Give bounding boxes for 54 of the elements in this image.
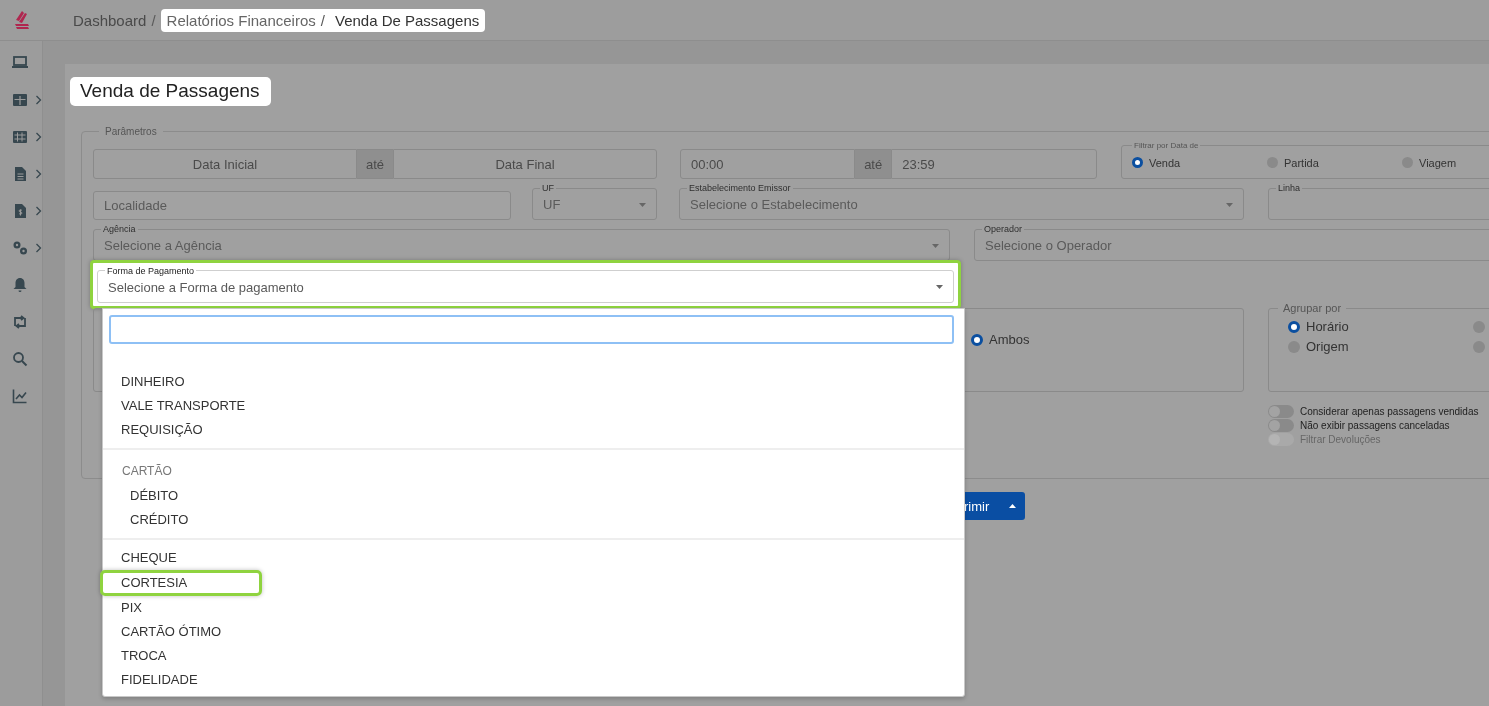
split-button[interactable]: rimir <box>962 492 1026 520</box>
start-time-field[interactable]: 00:00 <box>680 149 856 179</box>
date-filter-group: Filtrar por Data de Venda Partida Viagem <box>1121 141 1489 179</box>
group-label: CARTÃO <box>121 463 173 480</box>
line-field[interactable]: Linha <box>1268 183 1489 220</box>
group-by-panel: Agrupar por Horário Origem <box>1268 302 1489 392</box>
end-date-field[interactable]: Data Final <box>393 149 657 179</box>
caret-icon <box>932 243 939 248</box>
dropdown-option[interactable]: DINHEIRO <box>103 370 964 394</box>
page-title: Venda de Passagens <box>70 77 271 106</box>
locality-field[interactable]: Localidade <box>93 191 511 220</box>
dropdown-option[interactable]: FIDELIDADE <box>103 668 964 692</box>
issuer-select[interactable]: Estabelecimento Emissor Selecione o Estabelecimento <box>679 183 1244 220</box>
toggle-switch[interactable] <box>1268 418 1294 432</box>
dropdown-option[interactable]: TROCA <box>103 644 964 668</box>
breadcrumb-separator: / <box>320 11 325 29</box>
repeat-icon[interactable] <box>11 312 29 331</box>
radio-button[interactable]: Venda <box>1132 156 1181 169</box>
toggle-label: Filtrar Devoluções <box>1300 433 1381 445</box>
range-separator: até <box>855 149 892 179</box>
operator-select[interactable]: Operador Selecione o Operador <box>974 224 1489 261</box>
logo-icon <box>13 10 31 30</box>
radio-button[interactable]: Partida <box>1267 156 1319 169</box>
toggle-label: Considerar apenas passagens vendidas <box>1300 405 1479 417</box>
dropdown-option[interactable]: CARTÃO ÓTIMO <box>103 620 964 644</box>
range-separator: até <box>357 149 393 179</box>
uf-select[interactable]: UF UF <box>532 183 657 220</box>
breadcrumb-link[interactable]: Relatórios Financeiros <box>166 11 316 29</box>
toggle-label: Não exibir passagens canceladas <box>1300 419 1450 431</box>
caret-icon <box>1009 504 1017 508</box>
caret-icon <box>936 285 943 289</box>
toggle-switch[interactable] <box>1268 404 1294 418</box>
breadcrumb-link[interactable]: Venda De Passagens <box>334 11 480 29</box>
caret-icon <box>639 202 646 207</box>
radio-button[interactable]: Horário <box>1288 319 1473 334</box>
search-icon[interactable] <box>11 349 29 368</box>
payment-select[interactable]: Forma de Pagamento Selecione a Forma de pagamento <box>97 265 954 303</box>
breadcrumb-separator: / <box>151 11 156 29</box>
dropdown-option[interactable]: VALE TRANSPORTE <box>103 394 964 418</box>
breadcrumb-link[interactable]: Dashboard <box>73 11 147 29</box>
dropdown-option[interactable]: DÉBITO <box>103 484 964 508</box>
dropdown-option[interactable]: CHEQUE <box>103 546 964 570</box>
bell-icon[interactable] <box>11 275 29 294</box>
radio-button[interactable]: Ambos <box>971 332 1030 347</box>
dropdown-option[interactable]: CRÉDITO <box>103 508 964 532</box>
start-date-field[interactable]: Data Inicial <box>93 149 357 179</box>
dropdown-option[interactable]: REQUISIÇÃO <box>103 418 964 442</box>
radio-button[interactable]: Origem <box>1288 339 1473 354</box>
caret-icon <box>1226 202 1233 207</box>
dropdown-option[interactable]: CORTESIA <box>100 570 262 596</box>
radio-button[interactable]: Viagem <box>1402 156 1457 169</box>
end-time-field[interactable]: 23:59 <box>891 149 1097 179</box>
search-field[interactable] <box>109 315 954 344</box>
dropdown-option[interactable]: PIX <box>103 596 964 620</box>
